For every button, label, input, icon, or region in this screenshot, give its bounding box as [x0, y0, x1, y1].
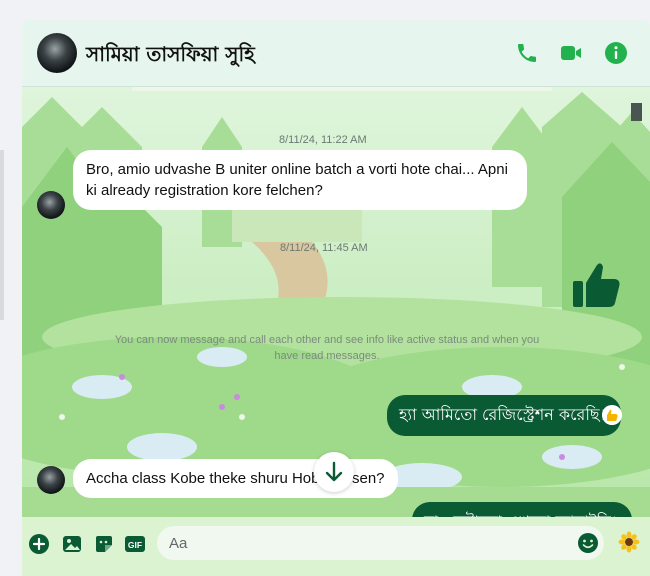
emoji-icon[interactable]: [577, 532, 599, 554]
message-input[interactable]: [157, 526, 604, 560]
chat-header: সামিয়া তাসফিয়া সুহি: [22, 20, 650, 87]
incoming-message[interactable]: Bro, amio udvashe B uniter online batch …: [73, 150, 527, 210]
contact-name[interactable]: সামিয়া তাসফিয়া সুহি: [86, 40, 255, 73]
contact-avatar-small[interactable]: [37, 466, 65, 494]
sticker-icon[interactable]: [93, 533, 115, 555]
timestamp: 8/11/24, 11:22 AM: [279, 134, 367, 146]
outgoing-message[interactable]: না, সেটাতো এখনো জানাইনি।: [412, 502, 632, 517]
system-notice: You can now message and call each other …: [114, 334, 540, 362]
sunflower-icon[interactable]: [618, 531, 640, 553]
outgoing-message[interactable]: হ্যা আমিতো রেজিস্ট্রেশন করেছি।: [387, 395, 621, 436]
plus-circle-icon[interactable]: [28, 533, 50, 555]
message-scrollbar[interactable]: [631, 103, 642, 121]
info-icon[interactable]: [604, 41, 628, 65]
timestamp: 8/11/24, 11:45 AM: [280, 242, 368, 254]
image-icon[interactable]: [61, 533, 83, 555]
scroll-to-bottom-button[interactable]: [314, 452, 354, 492]
gif-icon[interactable]: GIF: [124, 533, 146, 555]
arrow-down-icon: [325, 461, 343, 482]
contact-avatar-small[interactable]: [37, 191, 65, 219]
top-divider: [132, 87, 552, 91]
left-rail: [0, 0, 20, 574]
left-scrollbar[interactable]: [0, 150, 4, 320]
thumbs-up-icon[interactable]: [571, 259, 623, 311]
gif-label: GIF: [128, 540, 142, 550]
phone-icon[interactable]: [515, 41, 539, 65]
reaction-thumbs-up-icon[interactable]: [602, 405, 622, 425]
video-camera-icon[interactable]: [559, 41, 583, 65]
chat-window: সামিয়া তাসফিয়া সুহি 8/11/24, 11:22 AM …: [22, 20, 650, 576]
composer-bar: GIF: [22, 517, 650, 576]
contact-avatar[interactable]: [37, 33, 77, 73]
message-area[interactable]: 8/11/24, 11:22 AM Bro, amio udvashe B un…: [22, 87, 650, 517]
